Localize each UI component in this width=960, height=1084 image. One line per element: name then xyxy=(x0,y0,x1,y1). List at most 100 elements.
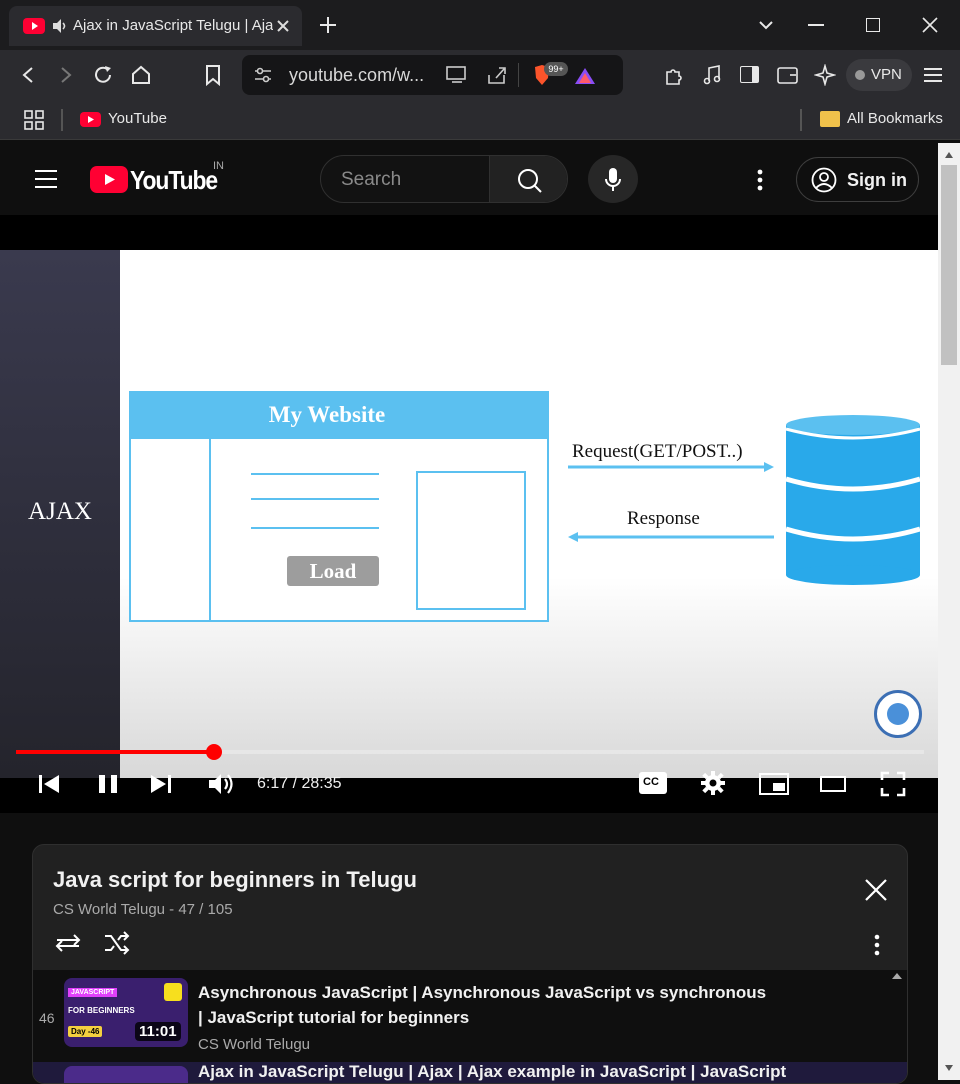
playlist-item[interactable]: 46 JAVASCRIPT FOR BEGINNERS Day -46 11:0… xyxy=(33,970,907,1062)
playlist-item-thumbnail[interactable]: JAVASCRIPT FOR BEGINNERS Day -46 11:01 xyxy=(64,978,188,1047)
account-icon xyxy=(811,167,837,193)
url-text: youtube.com/w... xyxy=(289,65,425,85)
playlist-item-channel: CS World Telugu xyxy=(198,1036,311,1053)
pause-icon[interactable] xyxy=(97,773,119,795)
youtube-header: YouTube IN Search Sign in xyxy=(0,143,938,215)
page-scrollbar[interactable] xyxy=(938,143,960,1080)
guide-menu-icon[interactable] xyxy=(34,169,58,189)
website-diagram: My Website Load xyxy=(129,391,549,622)
cast-icon[interactable] xyxy=(446,66,468,84)
search-button[interactable] xyxy=(489,156,567,202)
next-icon[interactable] xyxy=(150,773,172,795)
extensions-icon[interactable] xyxy=(664,65,684,85)
loop-icon[interactable] xyxy=(53,931,83,955)
voice-search-button[interactable] xyxy=(588,155,638,203)
bookmarks-bar: YouTube All Bookmarks xyxy=(0,100,960,140)
thumb-label-top: JAVASCRIPT xyxy=(68,988,118,997)
search-input[interactable]: Search xyxy=(341,169,401,191)
website-header: My Website xyxy=(131,393,547,439)
previous-icon[interactable] xyxy=(38,773,60,795)
playlist-title[interactable]: Java script for beginners in Telugu xyxy=(53,867,417,893)
youtube-favicon-icon xyxy=(23,18,45,34)
brave-rewards-icon[interactable] xyxy=(574,67,596,85)
browser-toolbar: youtube.com/w... 99+ VPN xyxy=(0,50,960,100)
tab-close-icon[interactable] xyxy=(275,18,291,34)
content-line xyxy=(251,498,379,500)
forward-icon[interactable] xyxy=(58,66,74,84)
address-bar[interactable]: youtube.com/w... 99+ xyxy=(242,55,623,95)
back-icon[interactable] xyxy=(20,66,36,84)
menu-icon[interactable] xyxy=(923,67,943,83)
progress-scrubber[interactable] xyxy=(205,744,222,760)
thumb-day-badge: Day -46 xyxy=(68,1026,103,1037)
browser-tab-active[interactable]: Ajax in JavaScript Telugu | Ajax example… xyxy=(9,6,302,46)
close-playlist-icon[interactable] xyxy=(864,878,888,902)
more-options-icon[interactable] xyxy=(757,169,763,191)
fullscreen-icon[interactable] xyxy=(880,771,906,797)
site-settings-icon[interactable] xyxy=(254,67,272,83)
country-code: IN xyxy=(213,160,224,172)
bookmarks-divider xyxy=(61,109,63,131)
playlist-item-title[interactable]: Asynchronous JavaScript | Asynchronous J… xyxy=(198,980,768,1030)
vpn-button[interactable]: VPN xyxy=(846,59,912,91)
window-close-icon[interactable] xyxy=(922,17,938,33)
youtube-logo[interactable]: YouTube IN xyxy=(90,160,230,195)
playlist-panel: Java script for beginners in Telugu CS W… xyxy=(32,844,908,1084)
reload-icon[interactable] xyxy=(92,64,114,86)
channel-watermark-logo xyxy=(874,690,922,738)
tab-title: Ajax in JavaScript Telugu | Ajax example… xyxy=(73,17,273,34)
maximize-icon[interactable] xyxy=(866,18,880,32)
playlist-item-title[interactable]: Ajax in JavaScript Telugu | Ajax | Ajax … xyxy=(198,1062,798,1082)
sign-in-button[interactable]: Sign in xyxy=(796,157,919,202)
microphone-icon xyxy=(604,167,622,193)
youtube-logo-icon xyxy=(90,166,128,193)
sign-in-label: Sign in xyxy=(847,170,907,190)
content-line xyxy=(251,473,379,475)
bookmark-icon[interactable] xyxy=(204,64,222,86)
media-icon[interactable] xyxy=(702,64,722,86)
video-frame: AJAX My Website Load Request(GET/POST..)… xyxy=(0,250,938,778)
vpn-label: VPN xyxy=(871,66,902,83)
folder-icon xyxy=(820,111,840,127)
time-display: 6:17 / 28:35 xyxy=(257,775,342,792)
scroll-down-icon[interactable] xyxy=(944,1064,954,1072)
browser-tab-bar: Ajax in JavaScript Telugu | Ajax example… xyxy=(0,0,960,50)
bookmark-youtube[interactable]: YouTube xyxy=(80,100,190,140)
miniplayer-icon[interactable] xyxy=(759,773,789,795)
wallet-icon[interactable] xyxy=(777,65,799,85)
settings-gear-icon[interactable] xyxy=(700,770,726,796)
apps-grid-icon[interactable] xyxy=(24,110,44,130)
leo-ai-icon[interactable] xyxy=(814,64,836,86)
response-arrow-icon xyxy=(566,530,776,544)
sidebar-toggle-icon[interactable] xyxy=(740,66,759,83)
playlist-item-thumbnail[interactable] xyxy=(64,1066,188,1083)
video-player[interactable]: AJAX My Website Load Request(GET/POST..)… xyxy=(0,215,938,813)
playlist-more-icon[interactable] xyxy=(874,934,880,956)
address-divider xyxy=(518,63,519,87)
share-icon[interactable] xyxy=(486,65,508,85)
brave-badge: 99+ xyxy=(544,62,568,76)
scroll-up-icon[interactable] xyxy=(944,151,954,159)
all-bookmarks-button[interactable]: All Bookmarks xyxy=(820,100,950,140)
tab-audio-icon[interactable] xyxy=(51,17,69,35)
captions-icon[interactable]: CC xyxy=(639,772,667,794)
progress-bar[interactable] xyxy=(16,744,924,760)
minimize-icon[interactable] xyxy=(808,24,824,26)
playlist-item-current[interactable]: Ajax in JavaScript Telugu | Ajax | Ajax … xyxy=(33,1062,907,1083)
list-scroll-up-icon[interactable] xyxy=(891,972,903,980)
shuffle-icon[interactable] xyxy=(103,931,131,955)
tab-search-chevron-icon[interactable] xyxy=(758,19,774,31)
vpn-status-icon xyxy=(855,70,865,80)
response-label: Response xyxy=(627,508,700,529)
youtube-logo-text: YouTube xyxy=(130,165,218,195)
duration-badge: 11:01 xyxy=(135,1022,181,1041)
theater-mode-icon[interactable] xyxy=(820,776,846,792)
new-tab-icon[interactable] xyxy=(319,16,337,34)
load-button-graphic: Load xyxy=(287,556,379,586)
home-icon[interactable] xyxy=(130,64,152,86)
search-box[interactable]: Search xyxy=(320,155,568,203)
slide-sidebar: AJAX xyxy=(0,250,120,778)
scrollbar-thumb[interactable] xyxy=(941,165,957,365)
volume-icon[interactable] xyxy=(207,772,235,796)
database-icon xyxy=(784,413,922,585)
